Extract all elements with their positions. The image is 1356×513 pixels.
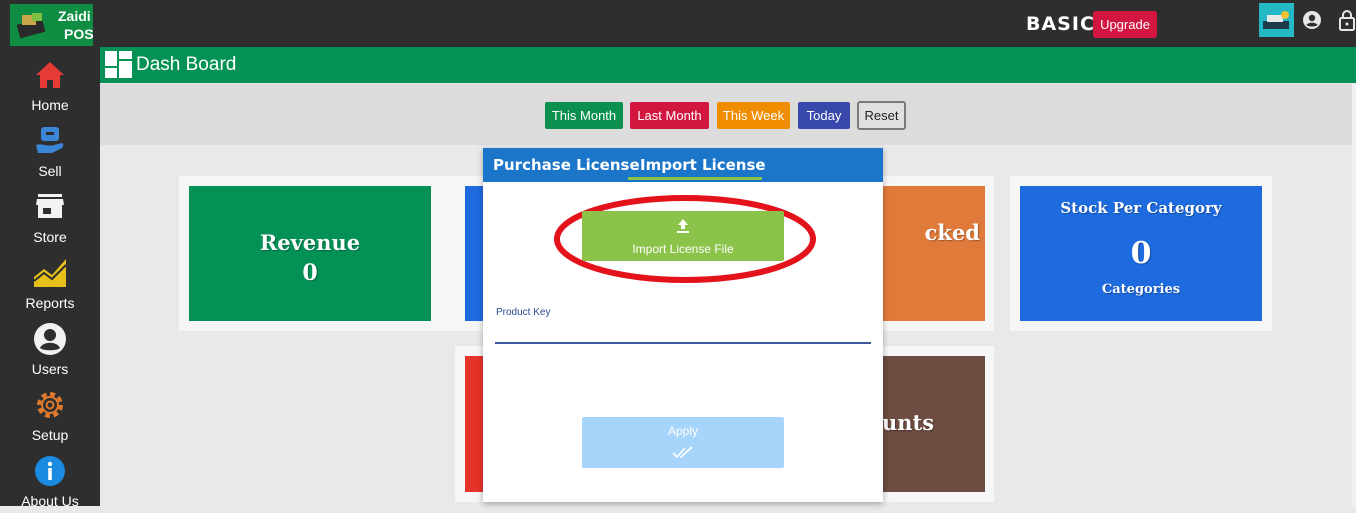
plan-label: BASIC [1026,13,1095,35]
logo-text-line1: Zaidi [58,8,91,24]
dashboard-icon [105,51,132,78]
top-bar: Zaidi POS BASIC Upgrade [0,0,1356,47]
double-check-icon [672,446,693,459]
stock-value: 0 [1130,236,1152,271]
users-icon [34,323,66,355]
dashboard-header: Dash Board [100,47,1356,83]
this-month-button[interactable]: This Month [545,102,623,129]
lock-icon[interactable] [1338,9,1356,31]
gear-icon [37,392,63,418]
upload-icon [677,219,689,233]
import-license-file-button[interactable]: Import License File [582,211,784,261]
filter-bar: This Month Last Month This Week Today Re… [100,84,1352,145]
this-week-button[interactable]: This Week [717,102,790,129]
sidebar-item-label: About Us [21,493,79,509]
license-dialog: Purchase License Import License Import L… [483,148,883,502]
sidebar-item-label: Sell [38,163,62,179]
home-icon [36,62,64,88]
sidebar-item-sell[interactable]: Sell [0,117,100,183]
product-key-input[interactable] [495,320,871,344]
sidebar-item-label: Store [33,229,67,245]
logo-icon [16,13,46,39]
page-title: Dash Board [136,54,237,75]
reset-button[interactable]: Reset [857,101,906,130]
import-button-label: Import License File [632,242,734,256]
app-logo[interactable]: Zaidi POS [10,4,94,46]
sidebar-item-label: Reports [25,295,75,311]
card-wrap-stock: Stock Per Category 0 Categories [1010,176,1272,331]
sidebar-item-setup[interactable]: Setup [0,381,100,447]
store-icon [36,194,64,218]
card-3-title: cked [924,220,980,245]
sidebar-item-about[interactable]: About Us [0,447,100,513]
sidebar-item-users[interactable]: Users [0,315,100,381]
tab-import-license[interactable]: Import License [640,156,766,174]
product-key-label: Product Key [496,307,551,318]
stock-subtitle: Categories [1101,282,1181,297]
sidebar-item-label: Users [31,361,69,377]
upgrade-button[interactable]: Upgrade [1093,11,1157,38]
card-wrap-3: cked [882,176,994,331]
card-6[interactable]: unts [882,356,985,492]
revenue-value: 0 [302,260,318,286]
stock-title: Stock Per Category [1060,199,1222,217]
tab-purchase-license[interactable]: Purchase License [493,156,640,174]
apply-button[interactable]: Apply [582,417,784,468]
sidebar: Home Sell Store Reports Users Setup Abou… [0,47,100,509]
scrollbar[interactable] [1352,84,1356,506]
revenue-card[interactable]: Revenue 0 [189,186,431,321]
card-3[interactable]: cked [882,186,985,321]
revenue-title: Revenue [259,230,361,255]
sidebar-item-store[interactable]: Store [0,183,100,249]
card-6-title: unts [882,410,935,435]
last-month-button[interactable]: Last Month [630,102,709,129]
reports-icon [33,259,67,287]
account-circle-icon[interactable] [1302,10,1322,30]
info-icon [35,456,65,486]
card-wrap-revenue: Revenue 0 [179,176,461,331]
sell-icon [36,127,64,153]
avatar[interactable] [1259,3,1294,37]
stock-card[interactable]: Stock Per Category 0 Categories [1020,186,1262,321]
apply-button-label: Apply [667,424,699,438]
sidebar-item-reports[interactable]: Reports [0,249,100,315]
today-button[interactable]: Today [798,102,850,129]
license-tabs: Purchase License Import License [483,148,883,182]
active-tab-indicator [628,177,762,180]
sidebar-item-label: Setup [31,427,69,443]
sidebar-item-home[interactable]: Home [0,51,100,117]
card-wrap-6: unts [882,346,994,502]
sidebar-item-label: Home [31,97,69,113]
avatar-image-icon [1263,11,1289,29]
logo-text-line2: POS [64,26,94,42]
